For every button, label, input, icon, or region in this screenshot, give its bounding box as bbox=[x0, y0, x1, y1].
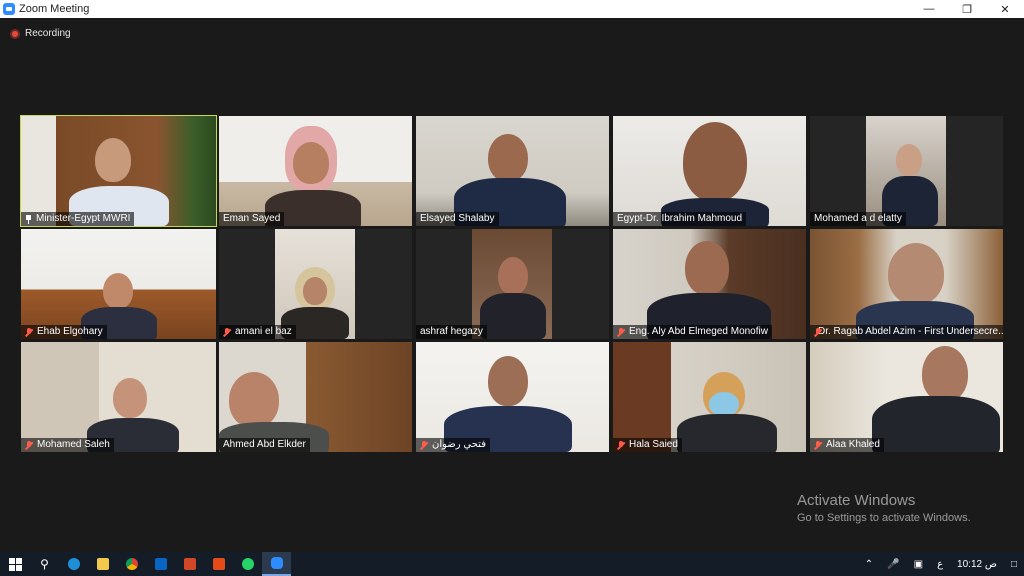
pin-icon bbox=[25, 214, 32, 224]
search-icon[interactable]: ⚲ bbox=[30, 552, 59, 576]
record-dot-icon bbox=[10, 28, 20, 39]
participant-name: amani el baz bbox=[219, 325, 296, 339]
activate-windows-watermark: Activate Windows Go to Settings to activ… bbox=[797, 492, 971, 524]
video-tile[interactable]: فتحي رضوان bbox=[416, 342, 609, 452]
participant-name: Minister-Egypt MWRI bbox=[21, 212, 135, 226]
participant-name: Mohamed a d elatty bbox=[810, 212, 906, 226]
edge-icon[interactable] bbox=[59, 552, 88, 576]
video-tile[interactable]: Eman Sayed bbox=[219, 116, 412, 226]
participant-name: Egypt-Dr. Ibrahim Mahmoud bbox=[613, 212, 747, 226]
powerpoint-icon[interactable] bbox=[175, 552, 204, 576]
window-controls: — ❐ ✕ bbox=[910, 0, 1024, 18]
mic-muted-icon bbox=[420, 440, 428, 450]
minimize-button[interactable]: — bbox=[910, 0, 948, 18]
meeting-area: Recording Minister-Egypt MWRI Eman Sayed bbox=[0, 18, 1024, 552]
mic-muted-icon bbox=[223, 327, 231, 337]
language-indicator[interactable]: ع bbox=[930, 552, 950, 576]
chevron-up-icon[interactable]: ⌃ bbox=[858, 552, 880, 576]
system-tray: ⌃ 🎤 ▣ ع 10:12 ص □ bbox=[858, 552, 1024, 576]
video-tile[interactable]: Hala Saied bbox=[613, 342, 806, 452]
windows-taskbar: ⚲ ⌃ 🎤 ▣ ع 10:12 ص □ bbox=[0, 552, 1024, 576]
video-tile[interactable]: Ehab Elgohary bbox=[21, 229, 216, 339]
watermark-subtitle: Go to Settings to activate Windows. bbox=[797, 512, 971, 524]
participant-name: Mohamed Saleh bbox=[21, 438, 114, 452]
video-tile[interactable]: Egypt-Dr. Ibrahim Mahmoud bbox=[613, 116, 806, 226]
close-button[interactable]: ✕ bbox=[986, 0, 1024, 18]
video-tile[interactable]: amani el baz bbox=[219, 229, 412, 339]
video-tile[interactable]: Mohamed a d elatty bbox=[810, 116, 1003, 226]
chrome-icon[interactable] bbox=[117, 552, 146, 576]
maximize-button[interactable]: ❐ bbox=[948, 0, 986, 18]
video-tile[interactable]: Mohamed Saleh bbox=[21, 342, 216, 452]
watermark-title: Activate Windows bbox=[797, 492, 916, 509]
video-tile[interactable]: Dr. Ragab Abdel Azim - First Undersecre.… bbox=[810, 229, 1003, 339]
video-tile[interactable]: Elsayed Shalaby bbox=[416, 116, 609, 226]
notification-icon[interactable]: □ bbox=[1004, 552, 1024, 576]
clock-time: 10:12 bbox=[957, 558, 983, 570]
recording-indicator[interactable]: Recording bbox=[10, 28, 71, 39]
participant-name: Alaa Khaled bbox=[810, 438, 884, 452]
start-icon[interactable] bbox=[0, 552, 30, 576]
microphone-icon[interactable]: 🎤 bbox=[880, 552, 906, 576]
participant-name: Eng. Aly Abd Elmeged Monofiw bbox=[613, 325, 772, 339]
office-icon[interactable] bbox=[204, 552, 233, 576]
participant-name: Elsayed Shalaby bbox=[416, 212, 499, 226]
clock-ampm: ص bbox=[984, 558, 997, 570]
zoom-icon[interactable] bbox=[262, 552, 291, 576]
mic-muted-icon bbox=[25, 327, 33, 337]
window-titlebar: Zoom Meeting — ❐ ✕ bbox=[0, 0, 1024, 18]
video-tile[interactable]: Eng. Aly Abd Elmeged Monofiw bbox=[613, 229, 806, 339]
video-tile[interactable]: Minister-Egypt MWRI bbox=[20, 115, 217, 227]
display-icon[interactable]: ▣ bbox=[907, 552, 930, 576]
mic-muted-icon bbox=[814, 440, 822, 450]
whatsapp-icon[interactable] bbox=[233, 552, 262, 576]
participant-name: Ehab Elgohary bbox=[21, 325, 107, 339]
window-title: Zoom Meeting bbox=[19, 3, 90, 15]
file-explorer-icon[interactable] bbox=[88, 552, 117, 576]
participant-name: Ahmed Abd Elkder bbox=[219, 438, 310, 452]
mic-muted-icon bbox=[617, 440, 625, 450]
participant-name: Hala Saied bbox=[613, 438, 682, 452]
recording-label: Recording bbox=[25, 28, 71, 39]
clock[interactable]: 10:12 ص bbox=[950, 552, 1004, 576]
participant-name: ashraf hegazy bbox=[416, 325, 487, 339]
mic-muted-icon bbox=[617, 327, 625, 337]
participant-name: Dr. Ragab Abdel Azim - First Undersecre.… bbox=[810, 325, 1003, 339]
mic-muted-icon bbox=[25, 440, 33, 450]
video-grid: Minister-Egypt MWRI Eman Sayed Elsayed S… bbox=[20, 115, 1003, 452]
outlook-icon[interactable] bbox=[146, 552, 175, 576]
video-tile[interactable]: ashraf hegazy bbox=[416, 229, 609, 339]
video-tile[interactable]: Ahmed Abd Elkder bbox=[219, 342, 412, 452]
zoom-app-icon bbox=[3, 3, 15, 15]
video-tile[interactable]: Alaa Khaled bbox=[810, 342, 1003, 452]
participant-name: Eman Sayed bbox=[219, 212, 285, 226]
participant-name: فتحي رضوان bbox=[416, 438, 490, 452]
